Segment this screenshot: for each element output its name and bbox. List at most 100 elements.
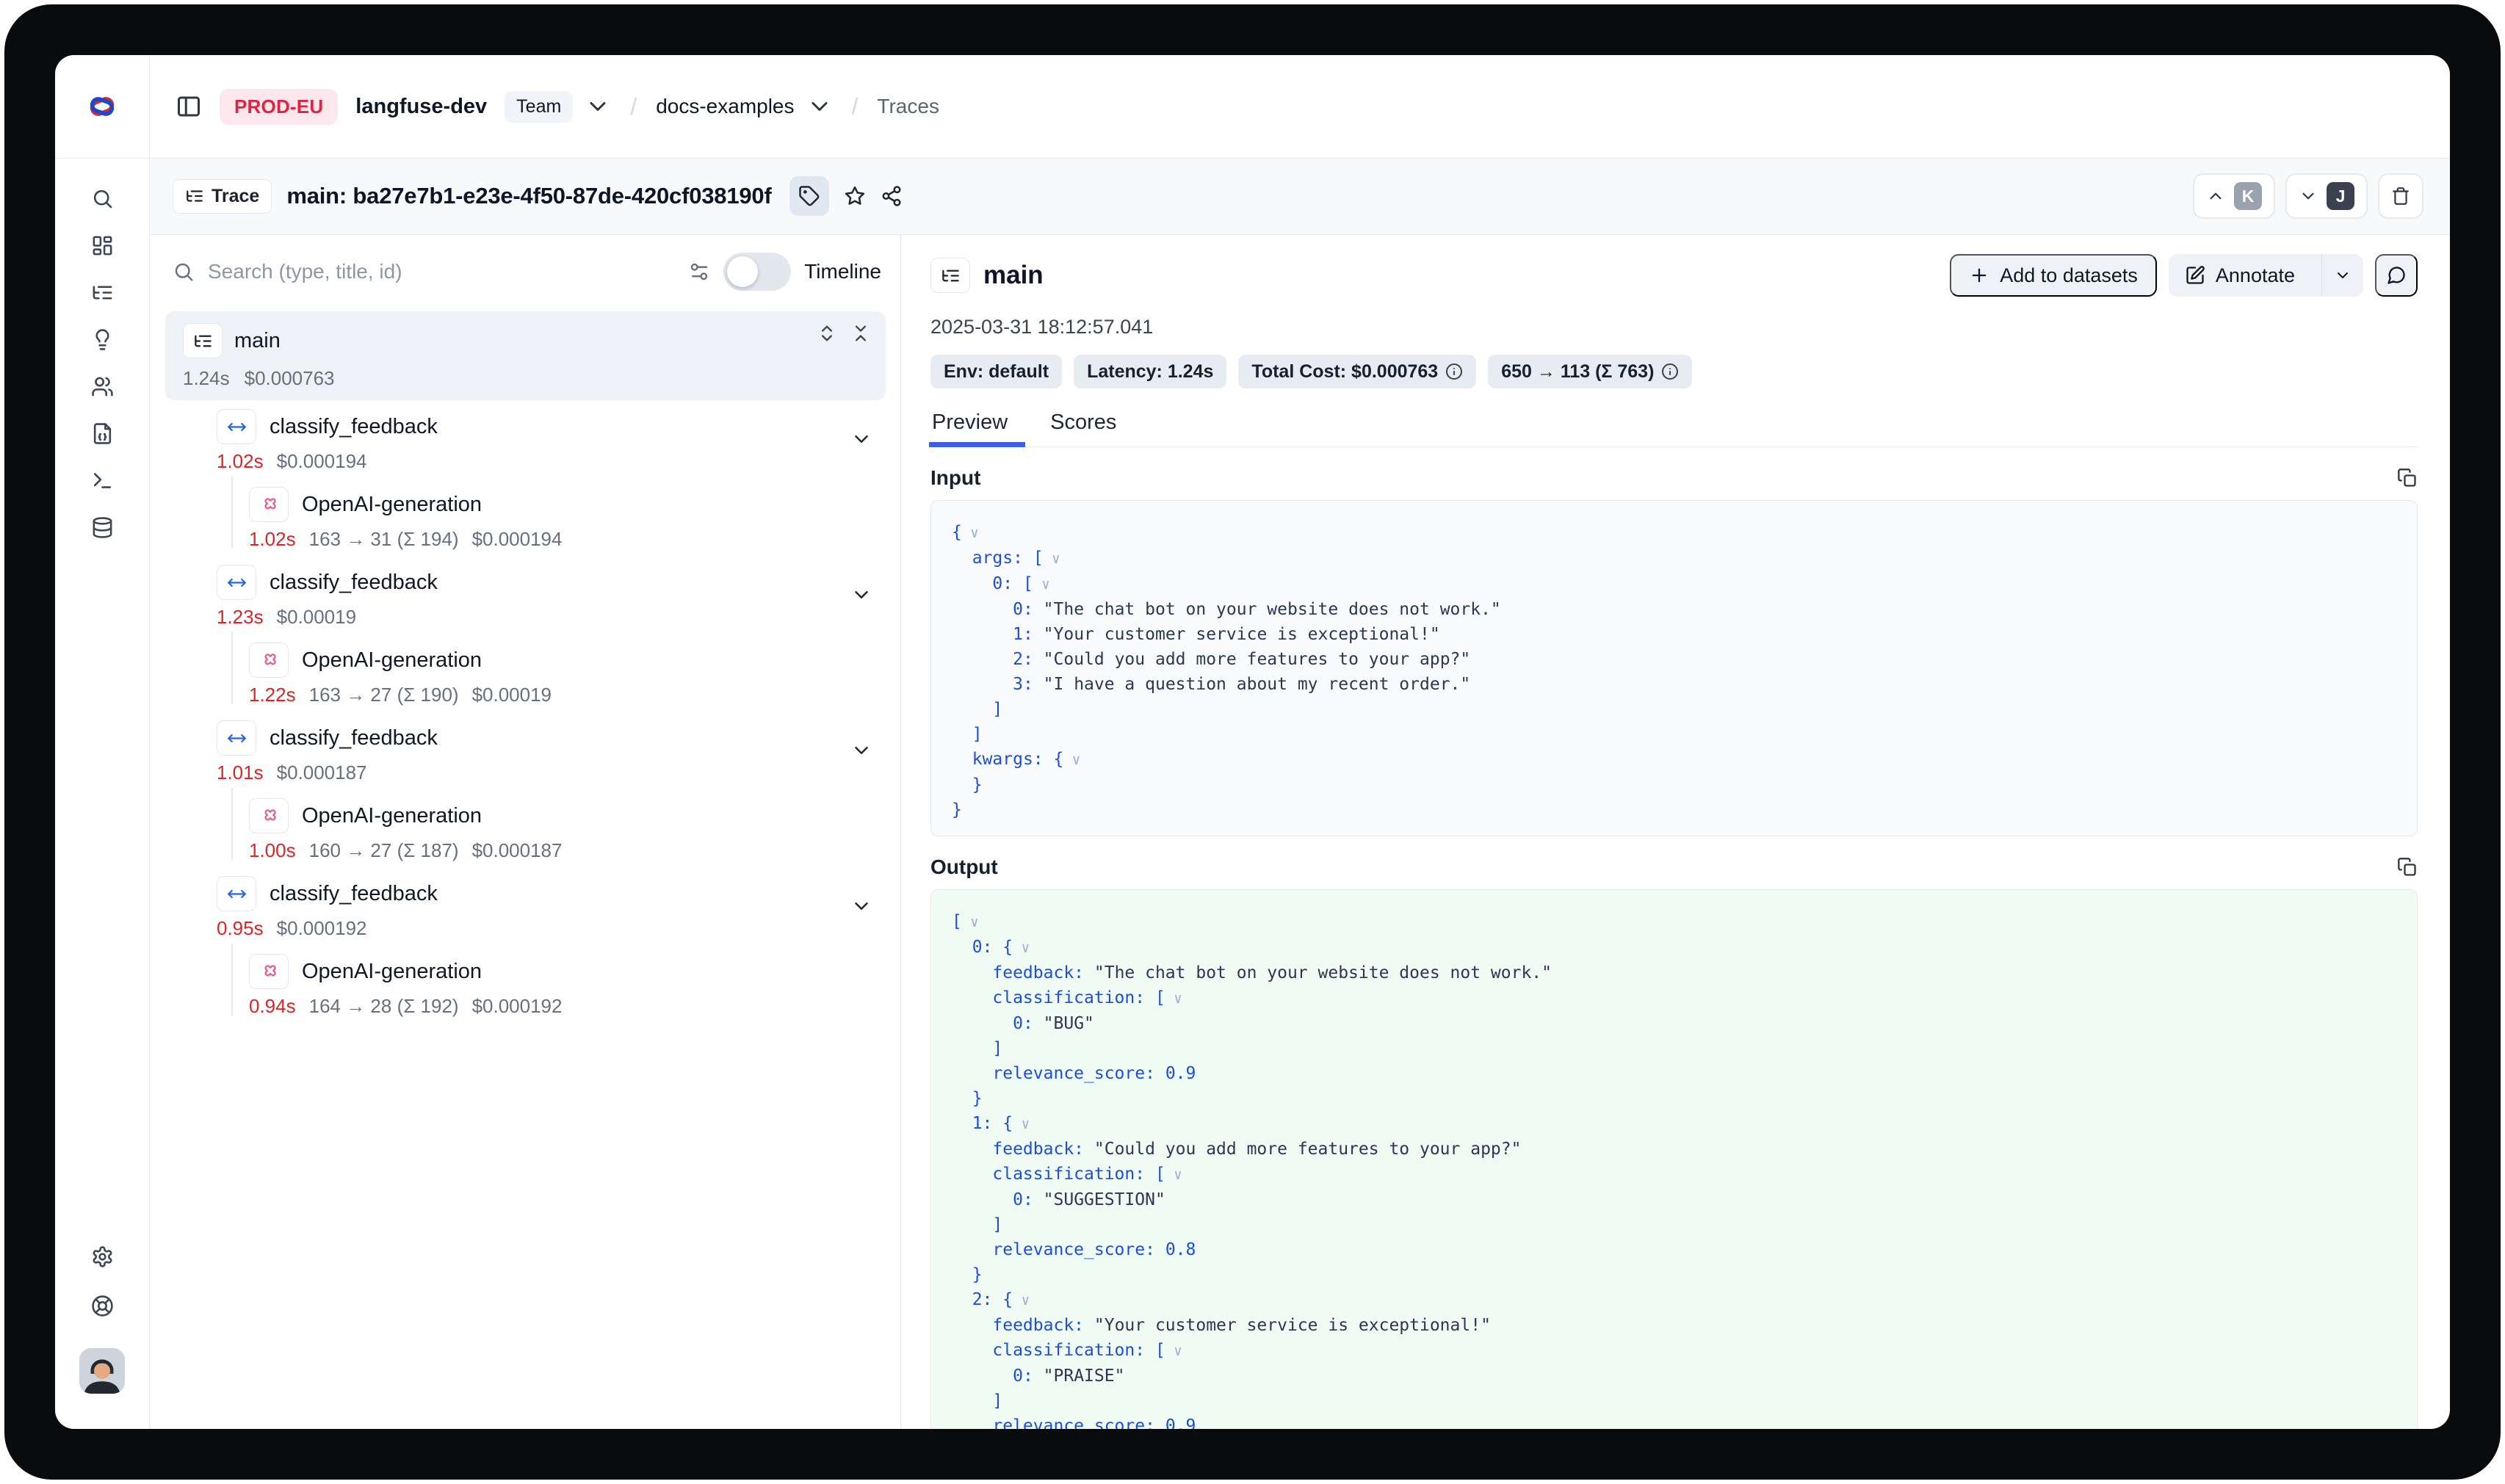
metric-badges: Env: default Latency: 1.24s Total Cost: …: [930, 355, 2418, 388]
span-cost: $0.000187: [277, 761, 367, 784]
root-span-row[interactable]: main 1.24s $0.000763: [165, 311, 886, 400]
delete-trace-button[interactable]: [2378, 173, 2423, 219]
span-row[interactable]: classify_feedback 1.01s $0.000187: [151, 712, 900, 789]
json-line: }: [952, 1086, 2396, 1111]
span-row[interactable]: classify_feedback 1.02s $0.000194: [151, 400, 900, 478]
chevron-down-icon[interactable]: [850, 895, 872, 917]
json-line: ]: [952, 1389, 2396, 1414]
breadcrumb-separator: /: [629, 93, 638, 120]
chevron-down-icon[interactable]: [850, 584, 872, 606]
generation-duration: 1.22s: [249, 684, 296, 706]
annotate-split-button: Annotate: [2169, 254, 2363, 297]
settings-gear-icon[interactable]: [91, 1245, 114, 1268]
span-group: classify_feedback 0.95s $0.000192 OpenAI…: [151, 867, 900, 1023]
generation-row[interactable]: OpenAI-generation 1.00s 160 → 27 (Σ 187)…: [151, 789, 900, 867]
filter-sliders-icon[interactable]: [688, 261, 710, 283]
plus-icon: [1969, 265, 1989, 286]
annotate-menu-button[interactable]: [2321, 254, 2363, 297]
top-navigation-bar: PROD-EU langfuse-dev Team / docs-example…: [151, 55, 2450, 158]
generation-duration: 0.94s: [249, 995, 296, 1018]
search-icon: [173, 261, 195, 283]
json-line: args: [ ∨: [952, 546, 2396, 571]
badge-label: Env: default: [944, 361, 1049, 383]
generation-tokens: 164 → 28 (Σ 192): [309, 995, 459, 1018]
chevron-up-icon: [2206, 187, 2225, 206]
org-type-badge: Team: [505, 91, 573, 123]
info-icon[interactable]: [1445, 363, 1463, 380]
json-line: [ ∨: [952, 909, 2396, 935]
generation-duration: 1.00s: [249, 839, 296, 862]
file-code-icon[interactable]: [91, 422, 114, 445]
json-line: classification: [ ∨: [952, 1338, 2396, 1364]
info-icon[interactable]: [1661, 363, 1679, 380]
span-cost: $0.000194: [277, 450, 367, 473]
copy-icon[interactable]: [2397, 468, 2418, 488]
metric-badge: 650 → 113 (Σ 763): [1488, 355, 1692, 388]
tab-scores[interactable]: Scores: [1049, 406, 1124, 446]
window-frame: PROD-EU langfuse-dev Team / docs-example…: [4, 4, 2501, 1480]
span-row[interactable]: classify_feedback 1.23s $0.00019: [151, 556, 900, 634]
chevron-down-icon[interactable]: [850, 428, 872, 450]
span-type-icon: [217, 876, 256, 911]
json-line: 0: "The chat bot on your website does no…: [952, 597, 2396, 622]
support-lifebuoy-icon[interactable]: [91, 1295, 114, 1317]
annotate-button[interactable]: Annotate: [2169, 254, 2311, 297]
org-name[interactable]: langfuse-dev: [355, 95, 487, 119]
environment-badge: PROD-EU: [220, 89, 338, 125]
chevron-down-icon[interactable]: [850, 739, 872, 761]
span-row[interactable]: classify_feedback 0.95s $0.000192: [151, 867, 900, 945]
add-to-datasets-label: Add to datasets: [2000, 264, 2138, 287]
expand-all-icon[interactable]: [817, 323, 837, 344]
annotate-pen-icon: [2185, 265, 2205, 286]
tree-search-input[interactable]: [208, 260, 675, 283]
span-group: classify_feedback 1.01s $0.000187 OpenAI…: [151, 712, 900, 867]
prev-trace-button[interactable]: K: [2193, 173, 2275, 219]
database-icon[interactable]: [91, 516, 114, 539]
comment-bubble-icon: [2386, 265, 2407, 286]
span-type-icon: [217, 409, 256, 444]
tracing-tree-icon[interactable]: [91, 281, 114, 304]
json-line: ]: [952, 722, 2396, 747]
next-trace-button[interactable]: J: [2285, 173, 2368, 219]
span-label: classify_feedback: [270, 415, 438, 439]
breadcrumb-project[interactable]: docs-examples: [656, 95, 794, 118]
timeline-toggle[interactable]: [723, 253, 791, 291]
tab-preview[interactable]: Preview: [930, 406, 1015, 446]
json-line: relevance_score: 0.9: [952, 1414, 2396, 1429]
generation-tokens: 163 → 31 (Σ 194): [309, 528, 459, 551]
badge-label: Latency: 1.24s: [1087, 361, 1213, 383]
share-icon[interactable]: [881, 185, 903, 207]
toggle-knob: [727, 256, 758, 287]
dashboard-icon[interactable]: [91, 234, 114, 257]
lightbulb-icon[interactable]: [91, 328, 114, 351]
generation-type-icon: [249, 798, 289, 833]
span-duration: 1.02s: [217, 450, 264, 473]
generation-row[interactable]: OpenAI-generation 1.22s 163 → 27 (Σ 190)…: [151, 634, 900, 712]
json-line: { ∨: [952, 520, 2396, 546]
generation-row[interactable]: OpenAI-generation 0.94s 164 → 28 (Σ 192)…: [151, 945, 900, 1023]
star-icon[interactable]: [844, 185, 866, 207]
json-line: relevance_score: 0.8: [952, 1237, 2396, 1262]
user-avatar[interactable]: [79, 1348, 125, 1394]
copy-icon[interactable]: [2397, 857, 2418, 877]
terminal-icon[interactable]: [91, 469, 114, 492]
comments-button[interactable]: [2375, 254, 2418, 297]
sidebar-toggle-icon[interactable]: [176, 93, 202, 120]
kbd-shortcut-j: J: [2327, 182, 2354, 210]
tag-button[interactable]: [789, 176, 829, 216]
output-json-viewer[interactable]: [ ∨ 0: { ∨ feedback: "The chat bot on yo…: [930, 889, 2418, 1429]
breadcrumb-traces[interactable]: Traces: [877, 95, 939, 118]
trace-detail-panel: main Add to datasets Annotate: [901, 235, 2450, 1429]
chevron-down-icon[interactable]: [806, 93, 833, 120]
chevron-down-icon[interactable]: [585, 93, 611, 120]
langfuse-logo[interactable]: [86, 55, 118, 158]
metric-badge: Total Cost: $0.000763: [1238, 355, 1476, 388]
add-to-datasets-button[interactable]: Add to datasets: [1950, 254, 2157, 297]
json-line: 3: "I have a question about my recent or…: [952, 672, 2396, 697]
input-json-viewer[interactable]: { ∨ args: [ ∨ 0: [ ∨ 0: "The chat bot on…: [930, 500, 2418, 836]
generation-row[interactable]: OpenAI-generation 1.02s 163 → 31 (Σ 194)…: [151, 478, 900, 556]
users-icon[interactable]: [91, 375, 114, 398]
search-icon[interactable]: [91, 187, 114, 210]
generation-cost: $0.000194: [472, 528, 563, 551]
collapse-all-icon[interactable]: [850, 323, 871, 344]
